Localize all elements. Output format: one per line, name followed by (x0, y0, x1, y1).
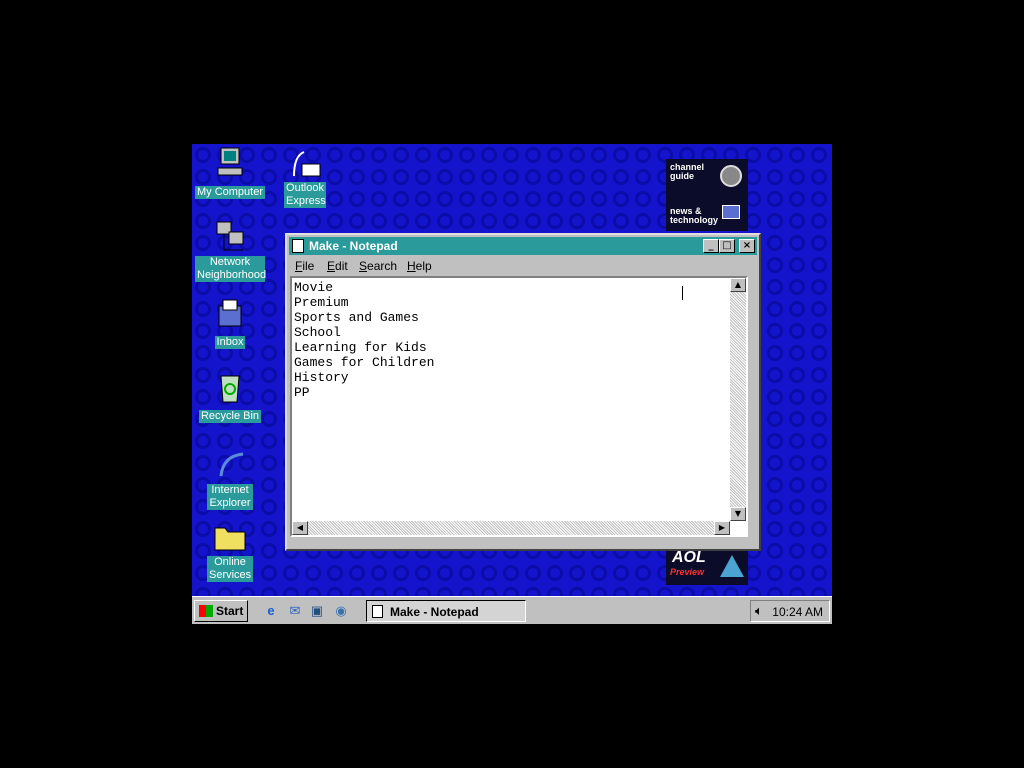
text-line: Premium (294, 295, 349, 310)
channel-guide-tile[interactable]: channel guide (670, 163, 744, 193)
internet-explorer-icon[interactable]: e (262, 602, 280, 620)
minimize-button[interactable]: _ (703, 239, 719, 253)
channel-guide-label: channel guide (670, 162, 705, 181)
text-line: Games for Children (294, 355, 435, 370)
window-title: Make - Notepad (309, 239, 398, 253)
scroll-right-button[interactable]: ▶ (714, 521, 730, 535)
desktop-icon-label: Online Services (207, 556, 253, 582)
start-label: Start (216, 604, 244, 618)
text-line: Learning for Kids (294, 340, 427, 355)
text-area[interactable]: Movie Premium Sports and Games School Le… (294, 280, 728, 533)
clock[interactable]: 10:24 AM (772, 605, 823, 619)
text-line: History (294, 370, 349, 385)
aol-preview-tile[interactable]: AOL Preview (666, 549, 748, 585)
internet-explorer-icon (213, 448, 247, 482)
computer-icon (213, 146, 247, 180)
desktop-icon-my-computer[interactable]: My Computer (194, 146, 266, 200)
aol-triangle-icon (720, 555, 744, 577)
notepad-icon (292, 239, 304, 253)
channel-bar[interactable]: channel guide news & technology (666, 159, 748, 231)
desktop-icon-label: Outlook Express (284, 182, 326, 208)
menu-edit[interactable]: Edit (327, 259, 348, 273)
outlook-express-icon[interactable]: ✉ (286, 602, 304, 620)
desktop-icon-recycle-bin[interactable]: Recycle Bin (194, 370, 266, 424)
text-line: Movie (294, 280, 334, 295)
aol-logo: AOL (672, 549, 706, 566)
menu-file[interactable]: File (295, 259, 314, 273)
recycle-bin-icon (213, 370, 247, 404)
speaker-icon[interactable]: 🔈︎ (755, 603, 763, 619)
desktop-icon-inbox[interactable]: Inbox (194, 296, 266, 350)
taskbar-item-notepad[interactable]: Make - Notepad (366, 600, 526, 622)
desktop-icon-online-services[interactable]: Online Services (194, 520, 266, 583)
desktop-icon-label: Internet Explorer (207, 484, 253, 510)
monitor-icon (722, 205, 740, 219)
notepad-icon (372, 605, 383, 618)
folder-icon (213, 520, 247, 554)
scroll-down-button[interactable]: ▼ (730, 507, 746, 521)
maximize-button[interactable]: □ (719, 239, 735, 253)
system-tray: 🔈︎ 10:24 AM (750, 600, 830, 622)
inbox-icon (213, 296, 247, 330)
scroll-left-button[interactable]: ◀ (292, 521, 308, 535)
screen: My Computer Network Neighborhood Inbox R… (192, 144, 832, 624)
desktop-icon-label: Inbox (214, 336, 246, 349)
news-technology-label: news & technology (670, 206, 719, 225)
menu-bar: File Edit Search Help (289, 256, 757, 276)
outlook-express-icon (288, 146, 322, 180)
taskbar-item-label: Make - Notepad (390, 605, 479, 619)
menu-help[interactable]: Help (407, 259, 432, 273)
window-titlebar[interactable]: Make - Notepad _ □ × (289, 237, 757, 255)
menu-search[interactable]: Search (359, 259, 397, 273)
vertical-scrollbar[interactable]: ▲ ▼ (730, 278, 746, 521)
start-button[interactable]: Start (194, 600, 248, 622)
desktop-icon-network-neighborhood[interactable]: Network Neighborhood (194, 220, 266, 283)
text-line: School (294, 325, 341, 340)
taskbar: Start e ✉ ▣ ◉ Make - Notepad 🔈︎ 10:24 AM (192, 596, 832, 624)
windows-logo-icon (199, 605, 213, 617)
aol-preview-label: Preview (670, 567, 705, 577)
desktop-icon-label: My Computer (194, 186, 266, 199)
news-technology-tile[interactable]: news & technology (670, 205, 744, 229)
satellite-dish-icon (720, 165, 742, 187)
notepad-window[interactable]: Make - Notepad _ □ × File Edit Search He… (285, 233, 761, 551)
horizontal-scrollbar[interactable]: ◀ ▶ (292, 521, 730, 535)
desktop: My Computer Network Neighborhood Inbox R… (192, 144, 832, 596)
desktop-icon-label: Network Neighborhood (195, 256, 267, 282)
desktop-icon-internet-explorer[interactable]: Internet Explorer (194, 448, 266, 511)
text-line: PP (294, 385, 310, 400)
show-desktop-icon[interactable]: ▣ (308, 602, 326, 620)
mouse-ibeam-cursor (682, 286, 684, 300)
network-icon (213, 220, 247, 254)
scroll-up-button[interactable]: ▲ (730, 278, 746, 292)
channels-icon[interactable]: ◉ (332, 602, 350, 620)
desktop-icon-label: Recycle Bin (198, 410, 262, 423)
close-button[interactable]: × (739, 239, 755, 253)
text-editor[interactable]: Movie Premium Sports and Games School Le… (290, 276, 748, 537)
text-line: Sports and Games (294, 310, 419, 325)
desktop-icon-outlook-express[interactable]: Outlook Express (269, 146, 341, 209)
